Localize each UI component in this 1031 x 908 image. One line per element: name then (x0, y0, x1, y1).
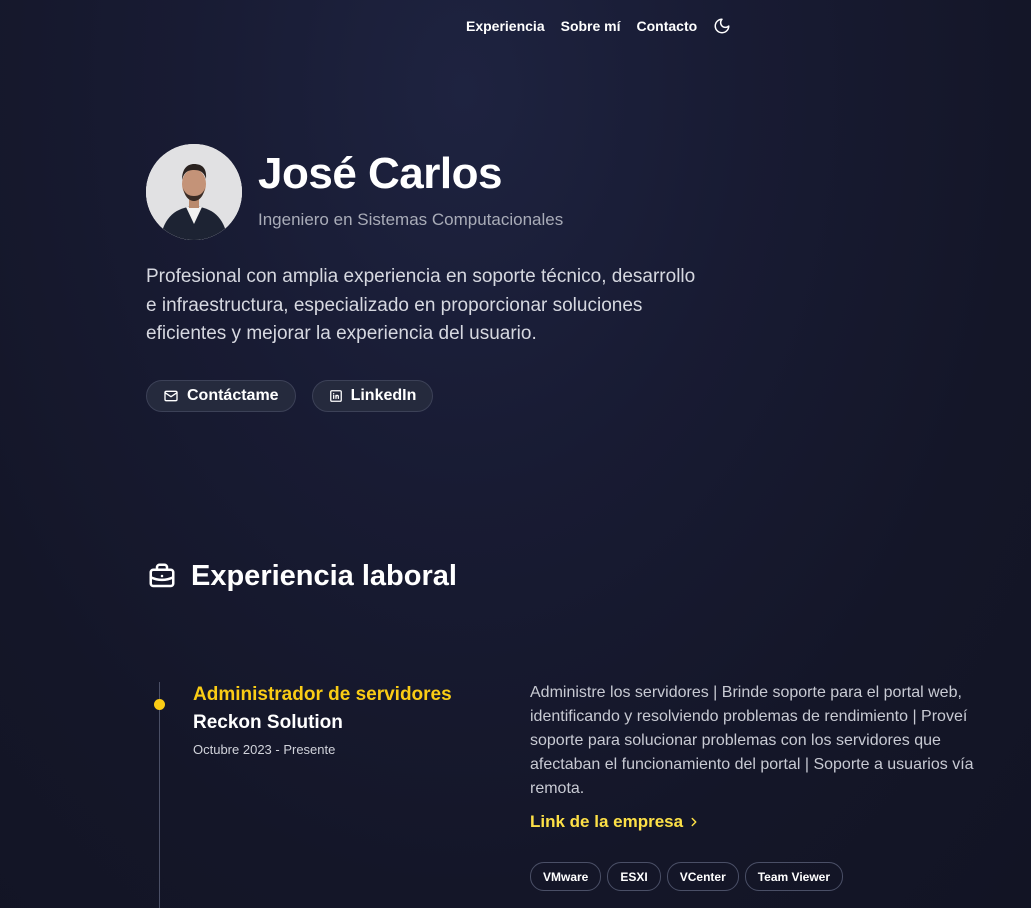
tag-vmware: VMware (530, 862, 602, 891)
experience-section-header: Experiencia laboral (147, 556, 457, 596)
job-company: Reckon Solution (193, 712, 343, 733)
top-nav: Experiencia Sobre mí Contacto (466, 17, 731, 35)
nav-link-contacto[interactable]: Contacto (637, 18, 698, 34)
profile-name: José Carlos (258, 149, 502, 198)
job-description: Administre los servidores | Brinde sopor… (530, 684, 974, 797)
tag-vcenter: VCenter (666, 862, 739, 891)
tag-esxi: ESXI (607, 862, 661, 891)
section-title: Experiencia laboral (191, 560, 457, 592)
nav-link-sobre-mi[interactable]: Sobre mí (561, 18, 621, 34)
nav-link-experiencia[interactable]: Experiencia (466, 18, 545, 34)
profile-bio: Profesional con amplia experiencia en so… (146, 266, 696, 344)
moon-icon[interactable] (713, 17, 731, 35)
linkedin-button[interactable]: LinkedIn (311, 380, 434, 412)
linkedin-button-label: LinkedIn (350, 387, 417, 404)
avatar (146, 144, 242, 240)
contact-button[interactable]: Contáctame (146, 380, 296, 412)
timeline-line (159, 682, 160, 908)
contact-button-label: Contáctame (187, 387, 279, 404)
hero-buttons: Contáctame LinkedIn (146, 380, 434, 412)
briefcase-icon (147, 561, 177, 591)
chevron-right-icon (687, 815, 701, 829)
tag-team-viewer: Team Viewer (744, 862, 843, 891)
company-link[interactable]: Link de la empresa (530, 812, 701, 832)
company-link-label: Link de la empresa (530, 812, 684, 831)
mail-icon (163, 388, 179, 404)
tech-tags: VMware ESXI VCenter Team Viewer (530, 862, 843, 891)
linkedin-icon (329, 389, 343, 403)
job-role: Administrador de servidores (193, 684, 452, 705)
job-dates: Octubre 2023 - Presente (193, 742, 336, 757)
timeline-dot (154, 699, 165, 710)
profile-title: Ingeniero en Sistemas Computacionales (258, 210, 564, 229)
